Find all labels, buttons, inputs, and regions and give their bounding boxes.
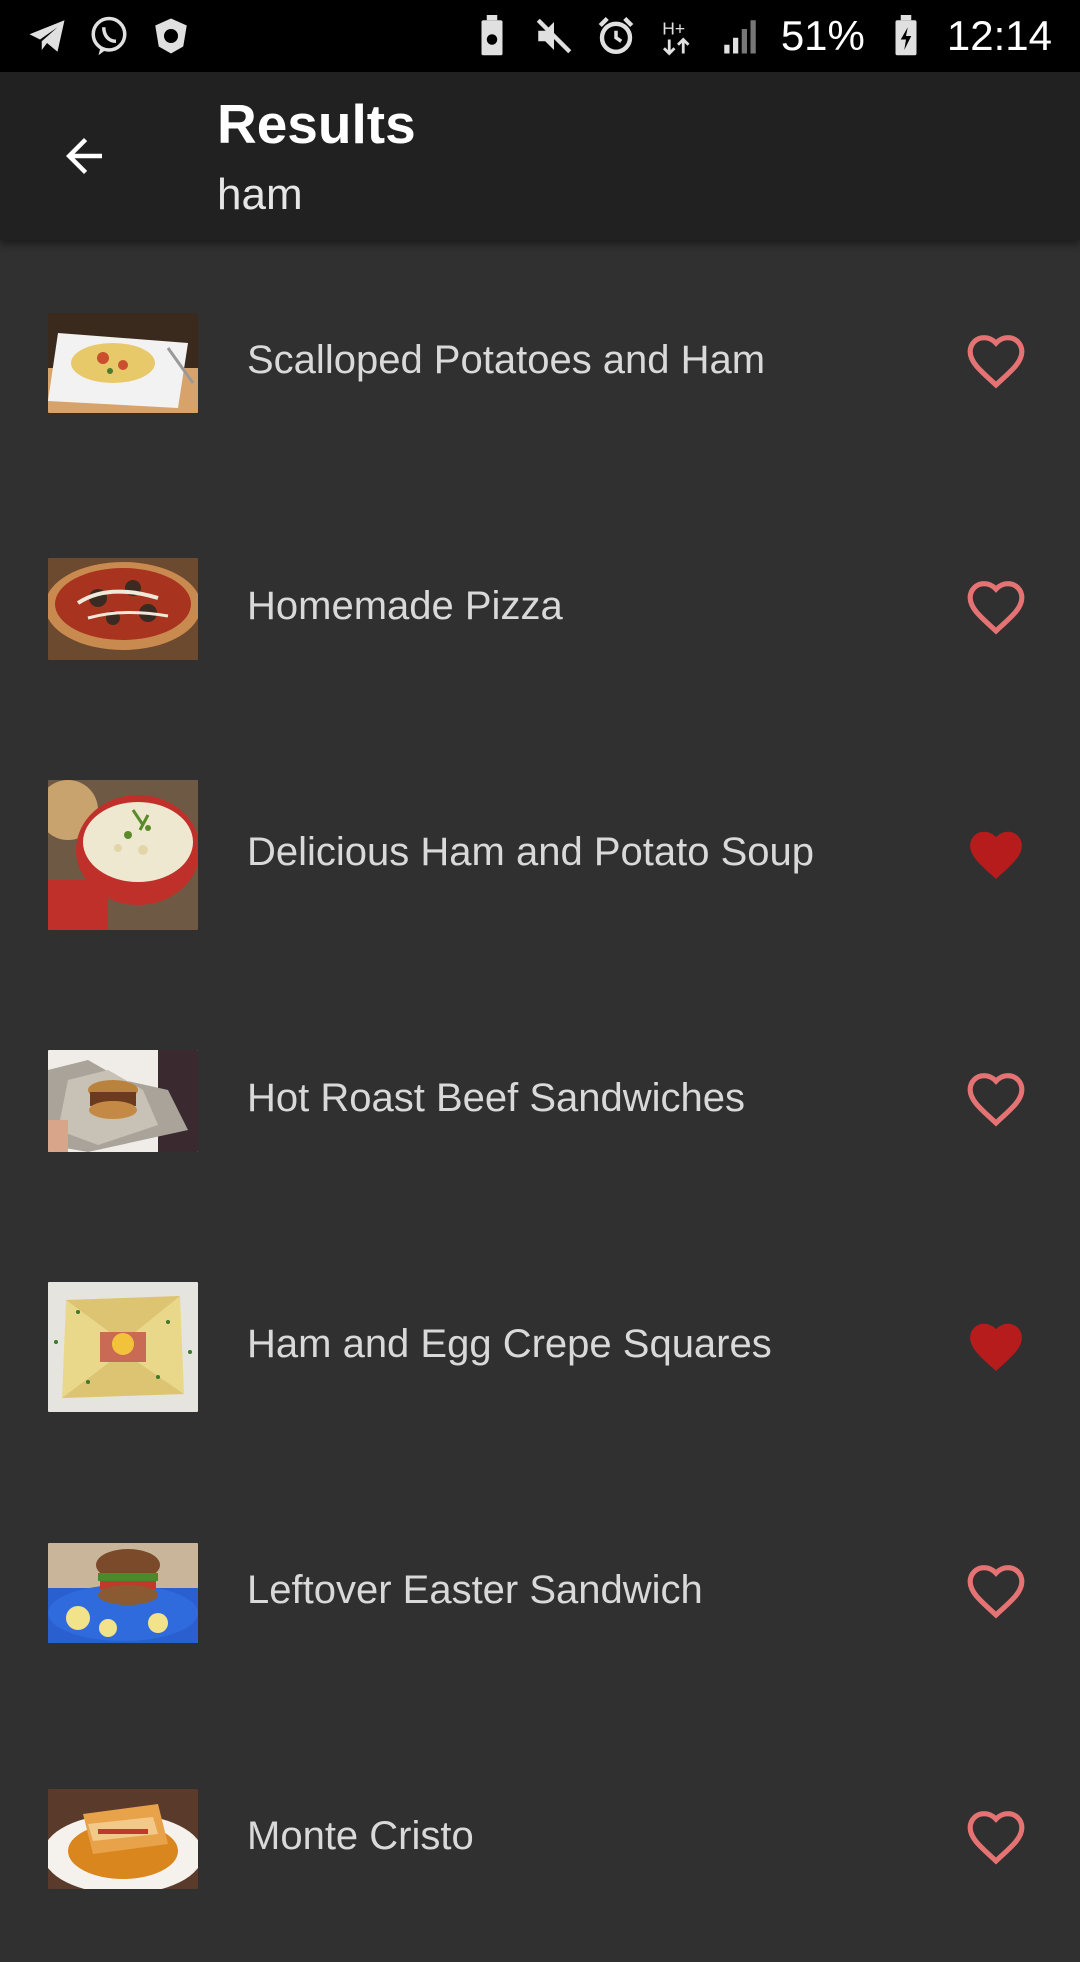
arrow-back-icon	[66, 138, 102, 174]
recipe-thumbnail	[48, 1050, 198, 1152]
search-query-subtitle: ham	[217, 170, 303, 219]
list-item[interactable]: Monte Cristo	[0, 1716, 1080, 1962]
battery-percent: 51%	[780, 12, 865, 59]
recipe-thumbnail	[48, 558, 198, 660]
hplus-data-icon: H+	[657, 15, 699, 57]
favorite-button[interactable]	[960, 1311, 1032, 1383]
back-button[interactable]	[38, 110, 130, 202]
recipe-title: Scalloped Potatoes and Ham	[247, 338, 766, 382]
recipe-title: Homemade Pizza	[247, 584, 563, 628]
favorite-button[interactable]	[960, 1803, 1032, 1875]
telegram-icon	[26, 15, 68, 57]
list-item[interactable]: Delicious Ham and Potato Soup	[0, 732, 1080, 978]
favorite-button[interactable]	[960, 327, 1032, 399]
heart-outline-icon	[967, 335, 1025, 389]
heart-filled-icon	[970, 1323, 1022, 1372]
heart-outline-icon	[967, 1073, 1025, 1127]
alarm-icon	[595, 15, 637, 57]
list-item[interactable]: Scalloped Potatoes and Ham	[0, 240, 1080, 486]
list-item[interactable]: Leftover Easter Sandwich	[0, 1470, 1080, 1716]
recipe-thumbnail	[48, 313, 198, 413]
favorite-button[interactable]	[960, 819, 1032, 891]
status-bar: H+ 51% 12:14	[0, 0, 1080, 72]
signal-icon	[719, 15, 761, 57]
mute-icon	[533, 15, 575, 57]
status-bar-right: H+ 51% 12:14	[471, 12, 1052, 60]
recipe-thumbnail	[48, 1282, 198, 1412]
recipe-title: Ham and Egg Crepe Squares	[247, 1322, 772, 1366]
recipe-title: Monte Cristo	[247, 1814, 474, 1858]
recipe-thumbnail	[48, 1543, 198, 1643]
list-item[interactable]: Ham and Egg Crepe Squares	[0, 1224, 1080, 1470]
drweb-icon	[150, 15, 192, 57]
favorite-button[interactable]	[960, 1065, 1032, 1137]
recipe-thumbnail	[48, 1789, 198, 1889]
svg-text:H+: H+	[662, 18, 685, 38]
list-item[interactable]: Homemade Pizza	[0, 486, 1080, 732]
app-bar: Results ham	[0, 72, 1080, 240]
battery-saver-icon	[471, 15, 513, 57]
favorite-button[interactable]	[960, 573, 1032, 645]
battery-icon	[885, 15, 927, 57]
status-bar-left	[26, 15, 192, 57]
favorite-button[interactable]	[960, 1557, 1032, 1629]
heart-filled-icon	[970, 831, 1022, 880]
page-title: Results	[217, 93, 416, 155]
heart-outline-icon	[967, 581, 1025, 635]
recipe-title: Delicious Ham and Potato Soup	[247, 830, 814, 874]
list-item[interactable]: Hot Roast Beef Sandwiches	[0, 978, 1080, 1224]
heart-outline-icon	[967, 1565, 1025, 1619]
heart-outline-icon	[967, 1811, 1025, 1865]
recipe-title: Leftover Easter Sandwich	[247, 1568, 703, 1612]
recipe-title: Hot Roast Beef Sandwiches	[247, 1076, 746, 1120]
viber-icon	[88, 15, 130, 57]
recipe-thumbnail	[48, 780, 198, 930]
clock: 12:14	[946, 12, 1052, 59]
